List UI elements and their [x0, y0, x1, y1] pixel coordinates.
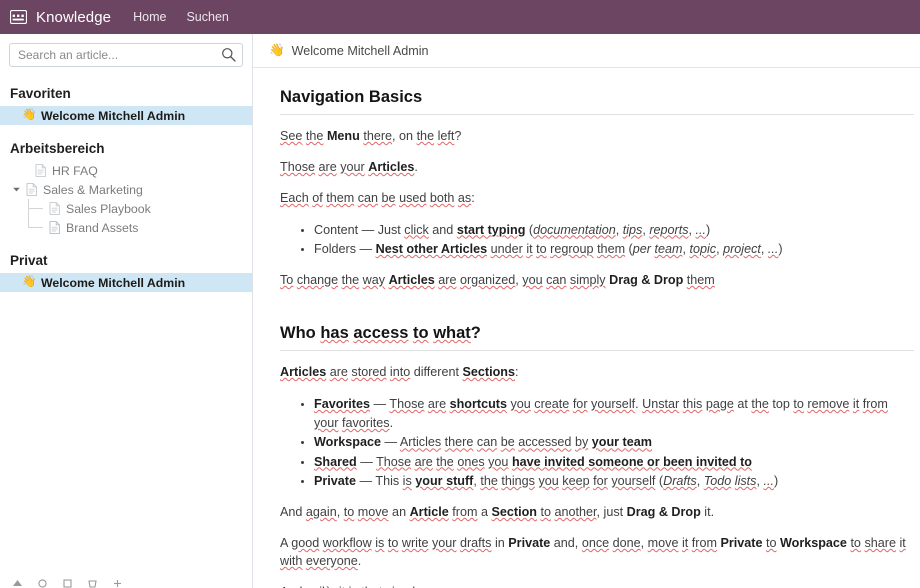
- top-navbar: Knowledge Home Suchen: [0, 0, 920, 34]
- breadcrumb-article-title[interactable]: Welcome Mitchell Admin: [292, 44, 429, 58]
- sidebar-footer-item[interactable]: [37, 578, 48, 588]
- chevron-down-icon[interactable]: [10, 184, 22, 196]
- paragraph: And again, to move an Article from a Sec…: [280, 505, 715, 520]
- apps-grid-icon[interactable]: [10, 10, 27, 25]
- bullet-list: Favorites — Those are shortcuts you crea…: [280, 395, 914, 491]
- nav-link-home[interactable]: Home: [133, 10, 166, 24]
- waving-hand-icon: 👋: [269, 43, 285, 57]
- app-body: Favoriten 👋 Welcome Mitchell Admin Arbei…: [0, 34, 920, 588]
- sidebar-item-label: Welcome Mitchell Admin: [41, 108, 186, 123]
- list-item: Content — Just click and start typing (d…: [314, 221, 914, 240]
- app-brand-title: Knowledge: [36, 8, 112, 26]
- paragraph: Those are your Articles.: [280, 159, 418, 174]
- sidebar-item-label: Welcome Mitchell Admin: [41, 275, 186, 290]
- article-body: Navigation Basics See the Menu there, on…: [253, 68, 920, 588]
- breadcrumb: 👋 Welcome Mitchell Admin: [253, 34, 920, 68]
- list-item: Workspace — Articles there can be access…: [314, 433, 914, 452]
- main-pane: 👋 Welcome Mitchell Admin Navigation Basi…: [253, 34, 920, 588]
- sidebar-item-label: Sales Playbook: [66, 201, 151, 216]
- paragraph: Articles are stored into different Secti…: [280, 365, 519, 380]
- sidebar-section-arbeitsbereich-title: Arbeitsbereich: [10, 141, 105, 156]
- sidebar-section-favoriten-title: Favoriten: [10, 86, 71, 101]
- nav-link-suchen[interactable]: Suchen: [186, 10, 228, 24]
- list-item: Private — This is your stuff, the things…: [314, 472, 914, 491]
- sidebar-item-welcome-mitchell-admin-favorite[interactable]: 👋 Welcome Mitchell Admin: [0, 106, 252, 125]
- sidebar-footer-item[interactable]: [112, 578, 123, 588]
- sidebar-section-privat-title: Privat: [10, 253, 48, 268]
- sidebar-item-sales-and-marketing[interactable]: Sales & Marketing: [0, 180, 252, 199]
- sidebar-item-hr-faq[interactable]: HR FAQ: [0, 161, 252, 180]
- section-divider: [280, 114, 914, 115]
- sidebar-item-label: Sales & Marketing: [43, 182, 143, 197]
- sidebar-item-label: HR FAQ: [52, 163, 98, 178]
- article-content: Navigation Basics See the Menu there, on…: [253, 88, 920, 588]
- waving-hand-icon: 👋: [22, 108, 37, 121]
- search-input[interactable]: [9, 43, 243, 67]
- sidebar: Favoriten 👋 Welcome Mitchell Admin Arbei…: [0, 34, 253, 588]
- paragraph: See the Menu there, on the left?: [280, 129, 462, 143]
- sidebar-footer-item[interactable]: [87, 578, 98, 588]
- sidebar-footer-item[interactable]: [12, 578, 23, 588]
- paragraph: Each of them can be used both as:: [280, 190, 475, 205]
- document-icon: [34, 164, 47, 178]
- paragraph: A good workflow is to write your drafts …: [280, 536, 906, 568]
- paragraph: And voilà, it is that simple.: [280, 584, 914, 588]
- search-container: [9, 43, 243, 67]
- document-icon: [25, 183, 38, 197]
- section-title-who-has-access-to-what: Who has access to what?: [280, 324, 481, 343]
- sidebar-subtree-sales-and-marketing: Sales Playbook Brand Assets: [0, 199, 252, 237]
- bullet-list: Content — Just click and start typing (d…: [280, 221, 914, 260]
- section-title-navigation-basics: Navigation Basics: [280, 88, 423, 106]
- sidebar-item-sales-playbook[interactable]: Sales Playbook: [0, 199, 252, 218]
- section-divider: [280, 350, 914, 352]
- document-icon: [48, 221, 61, 235]
- list-item: Folders — Nest other Articles under it t…: [314, 240, 914, 259]
- sidebar-item-welcome-mitchell-admin-private[interactable]: 👋 Welcome Mitchell Admin: [0, 273, 252, 292]
- sidebar-footer-item[interactable]: [62, 578, 73, 588]
- list-item: Favorites — Those are shortcuts you crea…: [314, 395, 914, 434]
- sidebar-item-brand-assets[interactable]: Brand Assets: [0, 218, 252, 237]
- paragraph: To change the way Articles are organized…: [280, 273, 715, 288]
- sidebar-footer: [0, 578, 252, 588]
- document-icon: [48, 202, 61, 216]
- list-item: Shared — Those are the ones you have inv…: [314, 453, 914, 472]
- waving-hand-icon: 👋: [22, 275, 37, 288]
- sidebar-item-label: Brand Assets: [66, 220, 139, 235]
